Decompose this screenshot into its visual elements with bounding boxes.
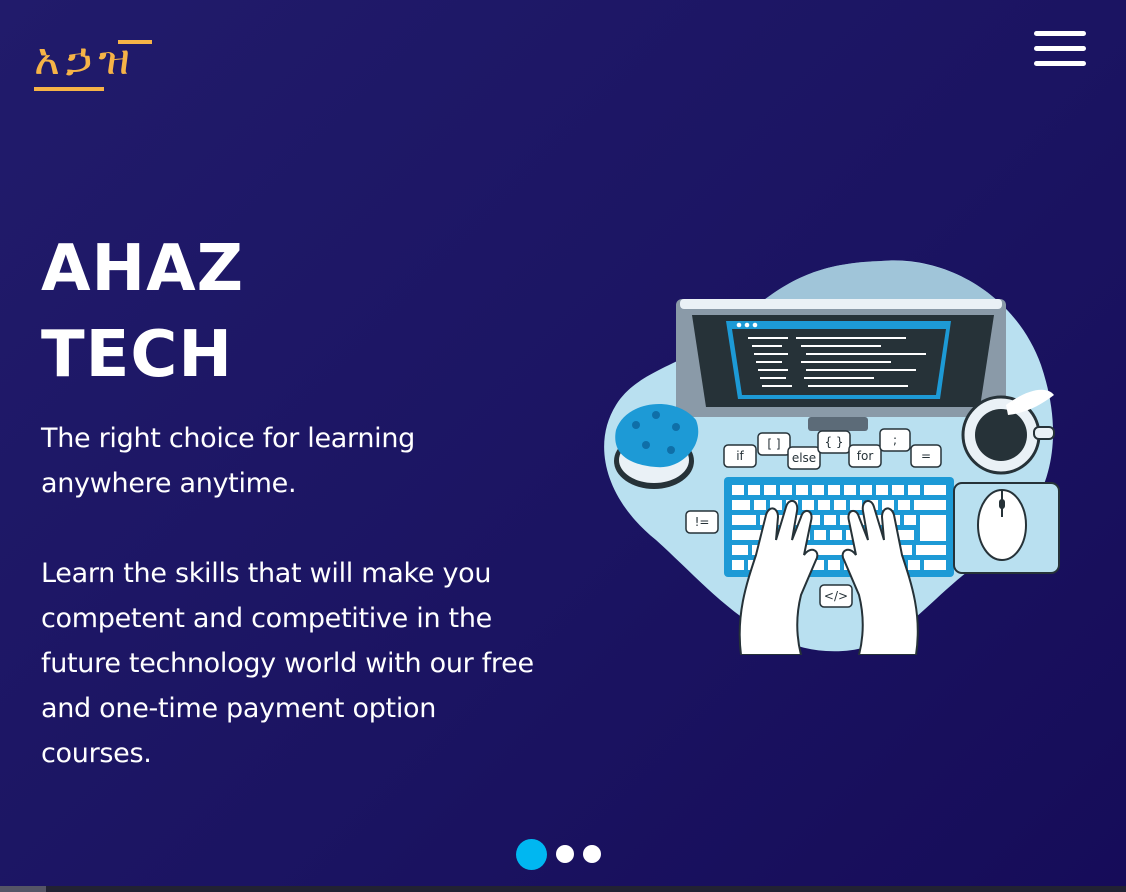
logo[interactable]: አኃዝ [34,34,154,96]
carousel-pagination [516,838,616,870]
coding-laptop-illustration: if [ ] else { } for ; = != </> [604,260,1060,655]
bubble-semicolon: ; [893,433,897,447]
scrollbar-thumb[interactable] [0,886,46,892]
hero-title-line-1: AHAZ [41,232,245,306]
horizontal-scrollbar[interactable] [0,886,1126,892]
hero-title: AHAZ TECH [41,226,244,398]
carousel-dot-1-active[interactable] [516,839,547,870]
bubble-not-equal: != [695,515,710,529]
logo-overline [118,40,152,44]
menu-line-middle [1034,46,1086,51]
hero-description: Learn the skills that will make you comp… [41,558,534,769]
bubble-equals: = [921,449,931,463]
bubble-for: for [857,449,874,463]
bubble-tag: </> [824,589,848,603]
carousel-dot-3[interactable] [583,845,601,863]
bubble-braces: { } [824,435,843,449]
carousel-dot-2[interactable] [556,845,574,863]
menu-line-bottom [1034,61,1086,66]
logo-underline [34,87,104,91]
hamburger-menu-button[interactable] [1030,30,1090,70]
bubble-if: if [736,449,744,463]
bubble-else: else [792,451,816,465]
hero-tagline: The right choice for learning anywhere a… [41,423,415,499]
menu-line-top [1034,31,1086,36]
bubble-brackets: [ ] [767,437,780,451]
hero-title-line-2: TECH [41,318,233,392]
